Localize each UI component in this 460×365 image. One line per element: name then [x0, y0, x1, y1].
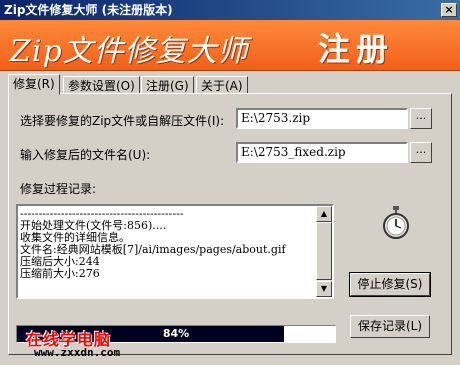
stop-repair-button[interactable]: 停止修复(S)	[349, 272, 431, 297]
output-file-input[interactable]: E:\2753_fixed.zip	[236, 142, 408, 163]
log-textarea[interactable]: ----------------------------------------…	[16, 204, 334, 299]
scroll-up-icon[interactable]: ▲	[316, 206, 332, 222]
banner-title: Zip文件修复大师	[10, 34, 249, 69]
scroll-down-icon[interactable]: ▼	[316, 281, 332, 297]
log-line: 压缩前大小:276	[20, 267, 100, 280]
stopwatch-icon	[383, 206, 409, 239]
main-window: Zip文件修复大师 (未注册版本) × Zip文件修复大师 注册 修复(R) 参…	[0, 0, 460, 365]
title-bar: Zip文件修复大师 (未注册版本) ×	[0, 0, 460, 20]
log-scrollbar[interactable]: ▲ ▼	[316, 206, 332, 297]
close-icon: ×	[444, 3, 454, 16]
tab-about[interactable]: 关于(A)	[196, 76, 248, 94]
output-file-label: 输入修复后的文件名(U):	[20, 148, 151, 162]
banner: Zip文件修复大师 注册	[0, 20, 460, 71]
save-log-button[interactable]: 保存记录(L)	[350, 315, 430, 338]
output-browse-button[interactable]: ...	[410, 142, 432, 163]
banner-register-text[interactable]: 注册	[318, 24, 394, 70]
window-title: Zip文件修复大师 (未注册版本)	[4, 3, 173, 17]
source-file-input[interactable]: E:\2753.zip	[236, 108, 408, 129]
tab-settings[interactable]: 参数设置(O)	[63, 76, 140, 94]
log-lines: ----------------------------------------…	[20, 208, 316, 280]
scroll-thumb[interactable]	[316, 222, 332, 280]
tab-repair[interactable]: 修复(R)	[8, 74, 60, 95]
watermark-url: www.zxxdn.com	[34, 346, 121, 359]
source-file-label: 选择要修复的Zip文件或自解压文件(I):	[20, 114, 225, 128]
tab-register[interactable]: 注册(G)	[141, 76, 194, 94]
log-label: 修复过程记录:	[20, 182, 97, 196]
source-browse-button[interactable]: ...	[410, 108, 432, 129]
close-button[interactable]: ×	[441, 3, 457, 17]
